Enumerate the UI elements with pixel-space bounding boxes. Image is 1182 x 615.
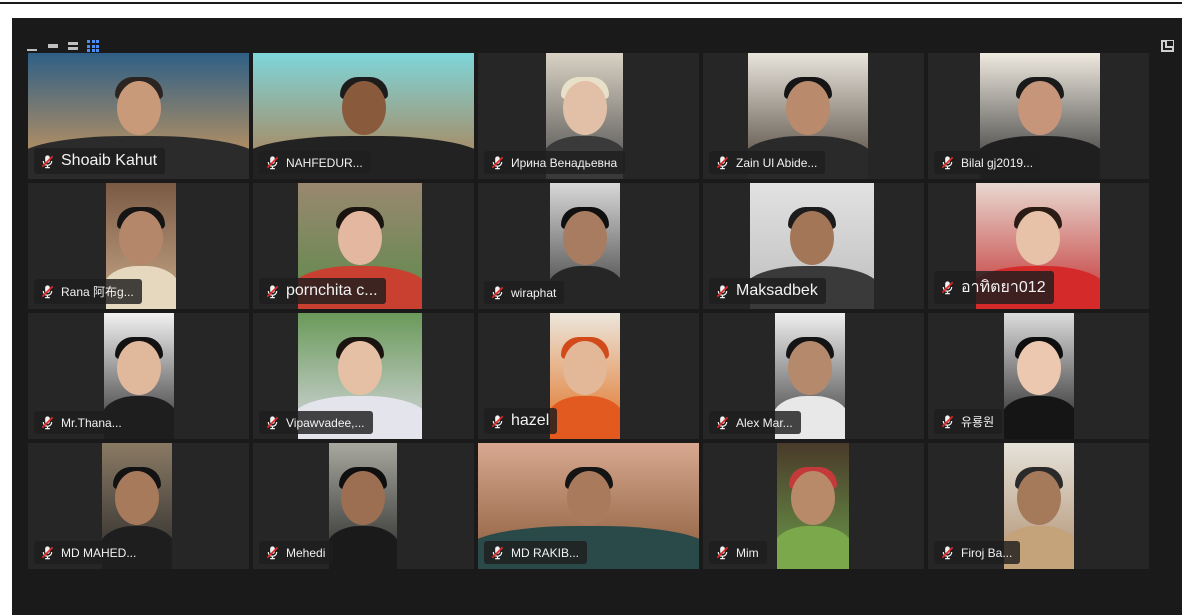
participant-tile[interactable]: MD MAHED... [28, 443, 249, 569]
participant-name: Mim [736, 545, 759, 560]
participant-tile[interactable]: NAHFEDUR... [253, 53, 474, 179]
participant-tile[interactable]: Firoj Ba... [928, 443, 1149, 569]
muted-mic-icon [41, 546, 54, 560]
name-tag: Bilal gj2019... [934, 151, 1042, 174]
speaker-view-icon[interactable] [67, 40, 79, 52]
participant-name: hazel [511, 412, 550, 429]
participant-name: Ирина Венадьевна [511, 155, 618, 170]
participant-tile[interactable]: wiraphat [478, 183, 699, 309]
name-tag: Shoaib Kahut [34, 148, 166, 174]
participant-tile[interactable]: Alex Mar... [703, 313, 924, 439]
participant-name: อาทิตยา012 [961, 279, 1046, 296]
participant-name: Vipawvadee,... [286, 415, 365, 430]
participant-tile[interactable]: Bilal gj2019... [928, 53, 1149, 179]
participant-name: Zain Ul Abide... [736, 155, 818, 170]
participant-name: Firoj Ba... [961, 545, 1013, 560]
muted-mic-icon [941, 156, 954, 170]
muted-mic-icon [266, 156, 279, 170]
muted-mic-icon [41, 154, 54, 168]
participant-tile[interactable]: Rana 阿布g... [28, 183, 249, 309]
muted-mic-icon [266, 284, 279, 298]
participant-tile[interactable]: Maksadbek [703, 183, 924, 309]
participant-tile[interactable]: Mim [703, 443, 924, 569]
muted-mic-icon [941, 415, 954, 429]
muted-mic-icon [41, 416, 54, 430]
participant-name: Bilal gj2019... [961, 155, 1034, 170]
participant-tile[interactable]: Zain Ul Abide... [703, 53, 924, 179]
gallery-view-icon[interactable] [87, 40, 99, 52]
participant-tile[interactable]: อาทิตยา012 [928, 183, 1149, 309]
name-tag: อาทิตยา012 [934, 271, 1054, 304]
participant-video [550, 313, 620, 439]
name-tag: Zain Ul Abide... [709, 151, 826, 174]
participant-video [777, 443, 849, 569]
name-tag: hazel [484, 408, 558, 434]
muted-mic-icon [716, 416, 729, 430]
muted-mic-icon [491, 156, 504, 170]
participant-name: 유룡원 [961, 415, 995, 429]
participant-name: NAHFEDUR... [286, 155, 363, 170]
name-tag: Maksadbek [709, 278, 826, 304]
name-tag: Ирина Венадьевна [484, 151, 626, 174]
participant-name: MD MAHED... [61, 545, 137, 560]
participant-name: Mehedi [286, 545, 326, 560]
muted-mic-icon [716, 156, 729, 170]
name-tag: pornchita c... [259, 278, 386, 304]
participant-name: Shoaib Kahut [61, 152, 158, 169]
participant-name: wiraphat [511, 285, 557, 300]
view-switcher [27, 40, 99, 52]
name-tag: MD MAHED... [34, 541, 145, 564]
participant-tile[interactable]: Mr.Thana... [28, 313, 249, 439]
muted-mic-icon [941, 546, 954, 560]
name-tag: NAHFEDUR... [259, 151, 371, 174]
participant-tile[interactable]: Mehedi [253, 443, 474, 569]
participant-video [329, 443, 397, 569]
name-tag: Mr.Thana... [34, 411, 130, 434]
gallery-grid: Shoaib Kahut NAHFEDUR... Ирина Венадьевн… [28, 53, 1149, 569]
name-tag: wiraphat [484, 281, 565, 304]
participant-name: Mr.Thana... [61, 415, 122, 430]
participant-name: MD RAKIB... [511, 545, 580, 560]
participant-name: Maksadbek [736, 282, 818, 299]
muted-mic-icon [491, 414, 504, 428]
muted-mic-icon [491, 286, 504, 300]
muted-mic-icon [716, 284, 729, 298]
muted-mic-icon [41, 285, 54, 299]
muted-mic-icon [266, 416, 279, 430]
participant-tile[interactable]: pornchita c... [253, 183, 474, 309]
participant-tile[interactable]: Shoaib Kahut [28, 53, 249, 179]
participant-tile[interactable]: 유룡원 [928, 313, 1149, 439]
name-tag: Firoj Ba... [934, 541, 1021, 564]
filmstrip-view-icon[interactable] [47, 40, 59, 52]
name-tag: 유룡원 [934, 409, 1003, 434]
participant-name: Rana 阿布g... [61, 285, 134, 299]
participant-video [1004, 313, 1074, 439]
participant-tile[interactable]: MD RAKIB... [478, 443, 699, 569]
participant-tile[interactable]: Vipawvadee,... [253, 313, 474, 439]
top-border [0, 2, 1182, 4]
muted-mic-icon [941, 281, 954, 295]
name-tag: Mehedi [259, 541, 334, 564]
name-tag: MD RAKIB... [484, 541, 588, 564]
muted-mic-icon [266, 546, 279, 560]
exit-fullscreen-icon[interactable] [1161, 40, 1174, 52]
participant-name: pornchita c... [286, 282, 378, 299]
name-tag: Alex Mar... [709, 411, 801, 434]
minimize-view-icon[interactable] [27, 40, 39, 52]
muted-mic-icon [716, 546, 729, 560]
participant-name: Alex Mar... [736, 415, 793, 430]
name-tag: Rana 阿布g... [34, 279, 142, 304]
participant-tile[interactable]: Ирина Венадьевна [478, 53, 699, 179]
name-tag: Vipawvadee,... [259, 411, 373, 434]
name-tag: Mim [709, 541, 767, 564]
participant-tile[interactable]: hazel [478, 313, 699, 439]
muted-mic-icon [491, 546, 504, 560]
